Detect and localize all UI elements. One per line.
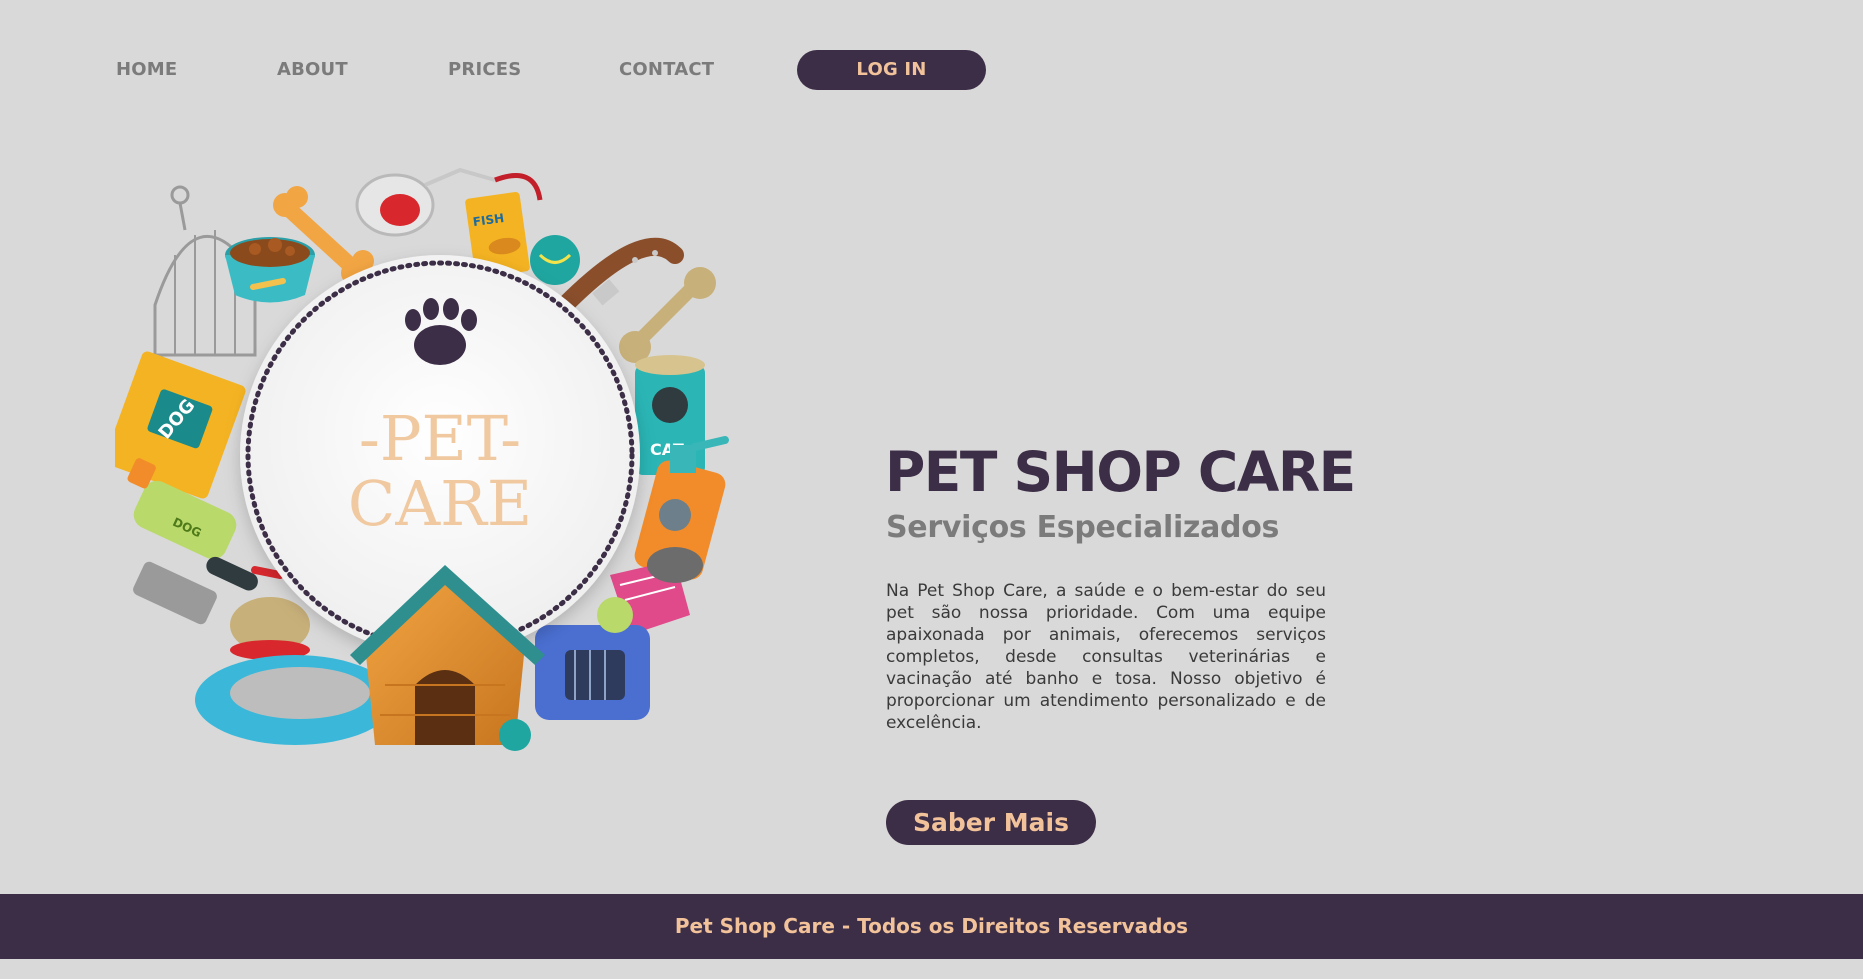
toy-mouse-icon <box>647 547 703 583</box>
nav-link-prices[interactable]: PRICES <box>448 50 521 90</box>
saber-mais-button[interactable]: Saber Mais <box>886 800 1096 845</box>
badge-line-1: -PET- <box>359 402 521 475</box>
description-paragraph: Na Pet Shop Care, a saúde e o bem-estar … <box>886 581 1326 733</box>
footer-text: Pet Shop Care - Todos os Direitos Reserv… <box>674 914 1189 938</box>
main-nav: HOME ABOUT PRICES CONTACT LOG IN <box>0 50 1863 90</box>
page-title: PET SHOP CARE <box>885 440 1356 504</box>
badge-line-2: CARE <box>348 467 532 540</box>
collar-icon <box>556 237 684 314</box>
nav-link-contact[interactable]: CONTACT <box>619 50 714 90</box>
nav-link-about[interactable]: ABOUT <box>277 50 348 90</box>
page-subtitle: Serviços Especializados <box>886 510 1280 545</box>
rope-toy-icon <box>619 267 716 363</box>
small-ball-icon <box>499 719 531 751</box>
pet-care-illustration: FISH DOG CAT DOG -PET- CARE <box>104 165 765 765</box>
food-bowl-icon <box>225 237 315 303</box>
ball-icon <box>530 235 580 285</box>
login-button[interactable]: LOG IN <box>797 50 986 90</box>
landing-page: HOME ABOUT PRICES CONTACT LOG IN FISH DO… <box>0 0 1863 979</box>
footer: Pet Shop Care - Todos os Direitos Reserv… <box>0 894 1863 959</box>
bottom-strip <box>0 959 1863 979</box>
nav-link-home[interactable]: HOME <box>116 50 177 90</box>
pet-bed-icon <box>195 655 395 745</box>
